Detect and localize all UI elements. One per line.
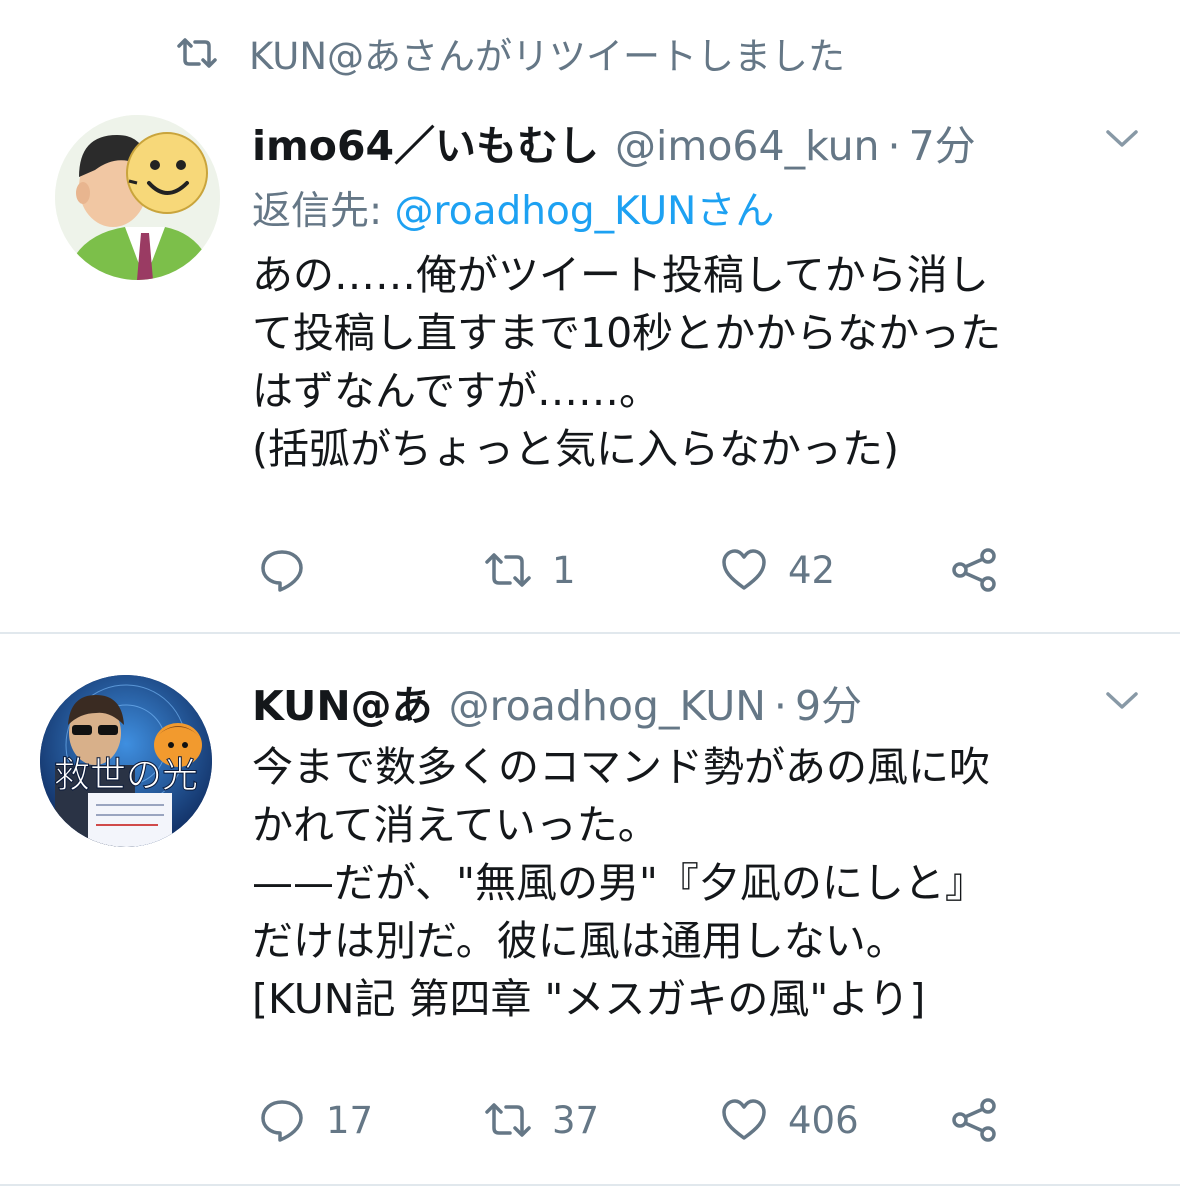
chevron-down-icon[interactable] <box>1104 690 1140 712</box>
tweet-text: 今まで数多くのコマンド勢があの風に吹 かれて消えていった。 ——だが、"無風の男… <box>252 738 990 1028</box>
share-icon <box>952 548 996 592</box>
avatar-illustration: 救世の光 <box>40 675 212 847</box>
retweet-count: 1 <box>552 548 576 592</box>
timestamp[interactable]: 7分 <box>909 112 976 172</box>
share-button[interactable] <box>950 540 998 600</box>
retweet-count: 37 <box>552 1098 600 1142</box>
retweet-label: KUN@あさんがリツイートしました <box>249 35 846 78</box>
reply-icon <box>261 1100 303 1142</box>
avatar-roadhog-kun[interactable]: 救世の光 <box>40 675 212 847</box>
tweet1-header: imo64／いもむし @imo64_kun · 7分 <box>252 112 976 172</box>
separator: · <box>773 682 787 730</box>
tweet-divider <box>0 632 1180 634</box>
like-count: 42 <box>788 548 836 592</box>
tweet-text-line: だけは別だ。彼に風は通用しない。 <box>252 917 907 965</box>
tweet-text: あの……俺がツイート投稿してから消し て投稿し直すまで10秒とかからなかった は… <box>252 246 1001 478</box>
tweet-text-line: はずなんですが……。 <box>252 367 660 415</box>
retweet-button[interactable]: 1 <box>484 540 576 600</box>
avatar-illustration <box>55 115 220 280</box>
reply-handle-link[interactable]: @roadhog_KUNさん <box>395 189 775 234</box>
reply-to: 返信先: @roadhog_KUNさん <box>252 180 774 236</box>
like-button[interactable]: 42 <box>720 540 835 600</box>
tweet-text-line: あの……俺がツイート投稿してから消し <box>252 251 989 299</box>
handle[interactable]: @imo64_kun <box>615 122 880 170</box>
timestamp[interactable]: 9分 <box>795 672 862 732</box>
handle[interactable]: @roadhog_KUN <box>449 682 766 730</box>
heart-icon <box>722 549 766 590</box>
separator: · <box>887 122 901 170</box>
share-icon <box>952 1098 996 1142</box>
like-button[interactable]: 406 <box>720 1090 859 1150</box>
like-count: 406 <box>788 1098 859 1142</box>
retweet-icon <box>177 38 217 68</box>
tweet-divider <box>0 1184 1180 1186</box>
retweet-banner: KUN@あさんがリツイートしました <box>175 28 845 78</box>
reply-button[interactable] <box>258 540 326 600</box>
retweet-icon <box>485 553 531 587</box>
chevron-down-icon[interactable] <box>1104 128 1140 150</box>
reply-count: 17 <box>326 1098 374 1142</box>
retweet-icon <box>485 1103 531 1137</box>
tweet-text-line: ——だが、"無風の男"『夕凪のにしと』 <box>252 859 986 907</box>
avatar-imo64[interactable] <box>55 115 220 280</box>
display-name[interactable]: KUN@あ <box>252 672 433 732</box>
reply-prefix: 返信先: <box>252 189 383 234</box>
tweet-text-line: 今まで数多くのコマンド勢があの風に吹 <box>252 743 990 791</box>
reply-button[interactable]: 17 <box>258 1090 373 1150</box>
heart-icon <box>722 1099 766 1140</box>
tweet2-header: KUN@あ @roadhog_KUN · 9分 <box>252 672 862 732</box>
tweet-text-line: て投稿し直すまで10秒とかからなかった <box>252 309 1002 357</box>
retweet-button[interactable]: 37 <box>484 1090 599 1150</box>
display-name[interactable]: imo64／いもむし <box>252 112 599 172</box>
share-button[interactable] <box>950 1090 998 1150</box>
tweet-text-line: (括弧がちょっと気に入らなかった) <box>252 425 899 473</box>
tweet-text-line: かれて消えていった。 <box>252 801 659 849</box>
reply-icon <box>261 550 303 592</box>
tweet-text-line: [KUN記 第四章 "メスガキの風"より] <box>252 975 926 1023</box>
avatar-caption: 救世の光 <box>54 755 198 796</box>
